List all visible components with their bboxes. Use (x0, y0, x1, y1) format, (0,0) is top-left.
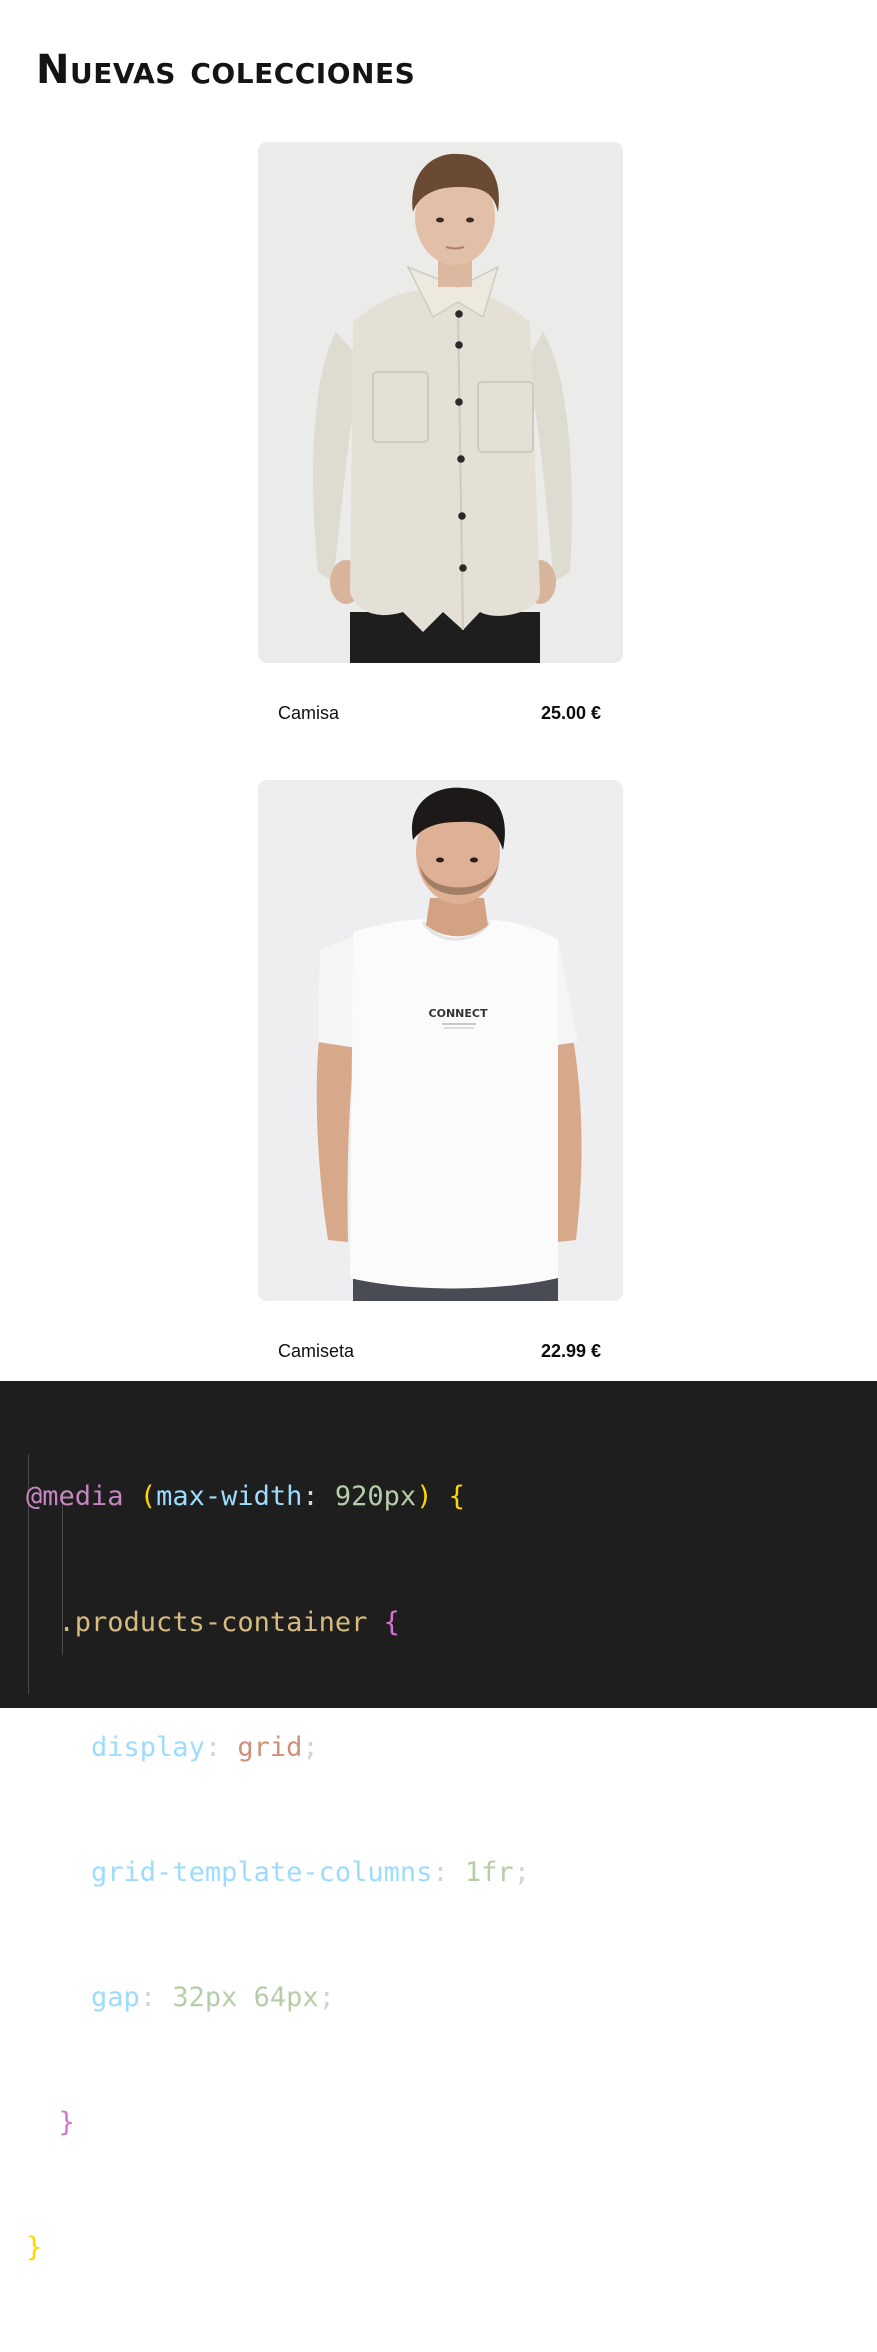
product-info: Camiseta 22.99 € (258, 1333, 623, 1373)
code-line-close-selector: } (58, 2106, 75, 2138)
code-value: 1fr (464, 1856, 514, 1888)
tshirt-photo: CONNECT (258, 780, 623, 1301)
page-content: Nuevas colecciones Camisa 25.00 € CONNEC… (0, 0, 877, 1380)
product-price: 22.99 € (540, 1341, 601, 1361)
code-line-declaration: gap: 32px 64px; (91, 1981, 335, 2013)
code-selector: .products-container (58, 1606, 368, 1638)
product-card-camisa[interactable]: Camisa 25.00 € (258, 142, 623, 735)
code-line-declaration: display: grid; (91, 1731, 319, 1763)
code-property: gap (91, 1981, 140, 2013)
product-price: 25.00 € (540, 703, 601, 723)
code-line-media: @media (max-width: 920px) { (26, 1481, 465, 1513)
shirt-photo (258, 142, 623, 663)
product-image-camisa[interactable] (258, 142, 623, 663)
code-block: @media (max-width: 920px) { .products-co… (26, 1393, 530, 2352)
code-media-value: 920px (334, 1481, 417, 1513)
products-container: Camisa 25.00 € CONNECT Camiseta 22.99 € (0, 0, 877, 1380)
code-property: grid-template-columns (91, 1856, 433, 1888)
code-property: display (91, 1731, 205, 1763)
code-editor-panel: @media (max-width: 920px) { .products-co… (0, 1381, 877, 2263)
product-image-camiseta[interactable]: CONNECT (258, 780, 623, 1301)
product-name[interactable]: Camiseta (278, 1341, 354, 1362)
product-info: Camisa 25.00 € (258, 695, 623, 735)
code-line-close-media: } (26, 2231, 43, 2263)
code-media-feature: max-width (156, 1481, 303, 1513)
product-name[interactable]: Camisa (278, 703, 339, 724)
code-at-rule: @media (26, 1481, 124, 1513)
code-line-selector: .products-container { (58, 1606, 400, 1638)
shirt-print-text: CONNECT (429, 1007, 488, 1020)
code-line-declaration: grid-template-columns: 1fr; (91, 1856, 530, 1888)
code-value: grid (237, 1731, 303, 1763)
product-card-camiseta[interactable]: CONNECT Camiseta 22.99 € (258, 780, 623, 1373)
code-value: 32px 64px (172, 1981, 319, 2013)
